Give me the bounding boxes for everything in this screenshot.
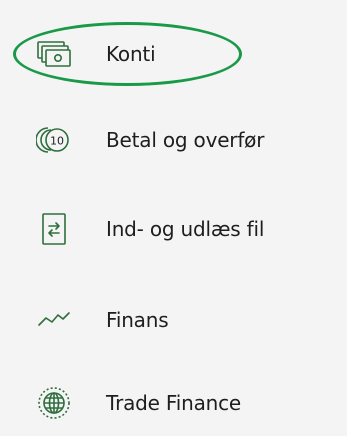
sidebar-item-ind-og-udlaes-fil[interactable]: Ind- og udlæs fil bbox=[0, 199, 347, 259]
sidebar-item-label: Trade Finance bbox=[106, 391, 242, 415]
sidebar-item-label: Ind- og udlæs fil bbox=[106, 217, 265, 241]
sidebar-item-label: Betal og overfør bbox=[106, 128, 265, 152]
sidebar-item-finans[interactable]: Finans bbox=[0, 290, 347, 350]
sidebar-item-betal-og-overfor[interactable]: 10 Betal og overfør bbox=[0, 110, 347, 170]
accounts-icon bbox=[34, 34, 74, 74]
file-transfer-icon bbox=[34, 209, 74, 249]
coin-transfer-icon: 10 bbox=[34, 120, 74, 160]
svg-text:10: 10 bbox=[50, 135, 64, 148]
globe-icon bbox=[34, 383, 74, 423]
sidebar-item-label: Konti bbox=[106, 42, 156, 66]
chart-line-icon bbox=[34, 300, 74, 340]
sidebar-item-label: Finans bbox=[106, 308, 169, 332]
sidebar-item-konti[interactable]: Konti bbox=[0, 24, 347, 84]
sidebar-nav: Konti 10 Betal og overfør Ind- og udlæs … bbox=[0, 0, 347, 436]
sidebar-item-trade-finance[interactable]: Trade Finance bbox=[0, 373, 347, 433]
